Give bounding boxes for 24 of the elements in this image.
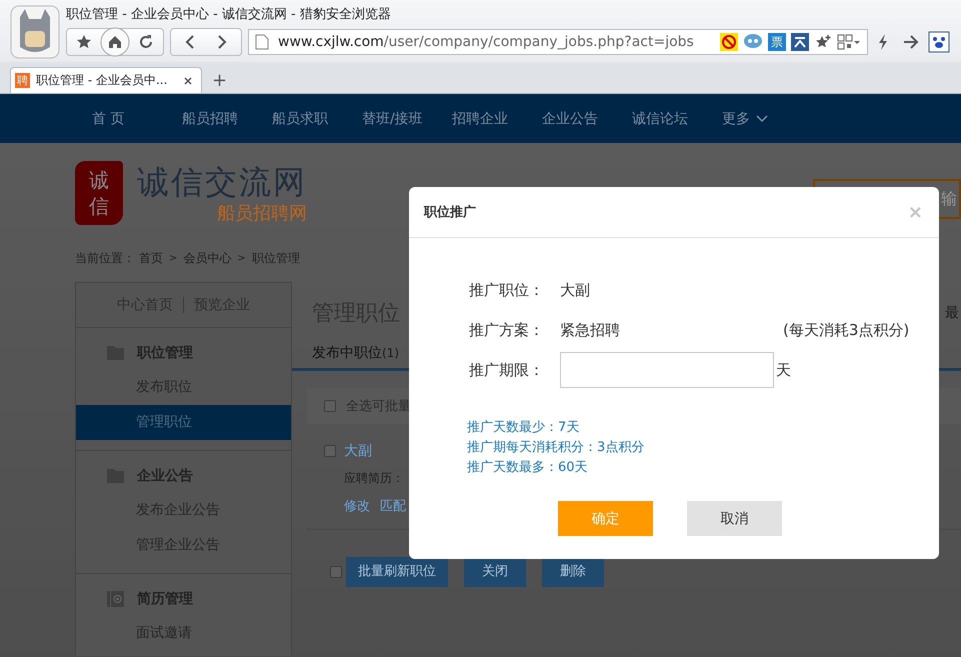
- url-path: /user/company/company_jobs.php?act=jobs: [384, 34, 694, 50]
- field-label: 推广职位：: [469, 280, 545, 300]
- window-title: 职位管理 - 企业会员中心 - 诚信交流网 - 猎豹安全浏览器: [66, 6, 392, 24]
- tab-count: (1): [382, 346, 399, 360]
- site-name: 诚信交流网: [137, 162, 307, 203]
- side-text: 最: [945, 304, 959, 322]
- cost-note: (每天消耗3点积分): [783, 320, 910, 340]
- breadcrumb-label: 当前位置：: [75, 250, 135, 266]
- url-host: www.cxjlw.com: [278, 34, 384, 50]
- favicon: 聘: [15, 73, 30, 88]
- hint-text: 推广天数最少：7天: [467, 419, 580, 437]
- dialog-title: 职位推广: [424, 204, 476, 221]
- breadcrumb-separator: >: [237, 252, 246, 264]
- field-value: 大副: [560, 280, 591, 300]
- field-label: 推广期限：: [469, 360, 545, 380]
- tab-title: 职位管理 - 企业会员中...: [36, 72, 168, 89]
- field-value: 紧急招聘: [560, 320, 621, 340]
- unit-label: 天: [776, 360, 791, 380]
- seal-logo: 诚信: [75, 161, 123, 225]
- breadcrumb-separator: >: [169, 252, 178, 264]
- hint-text: 推广期每天消耗积分：3点积分: [467, 439, 646, 457]
- field-label: 推广方案：: [469, 320, 545, 340]
- site-subtitle: 船员招聘网: [217, 202, 307, 225]
- hint-text: 推广天数最多：60天: [467, 459, 589, 477]
